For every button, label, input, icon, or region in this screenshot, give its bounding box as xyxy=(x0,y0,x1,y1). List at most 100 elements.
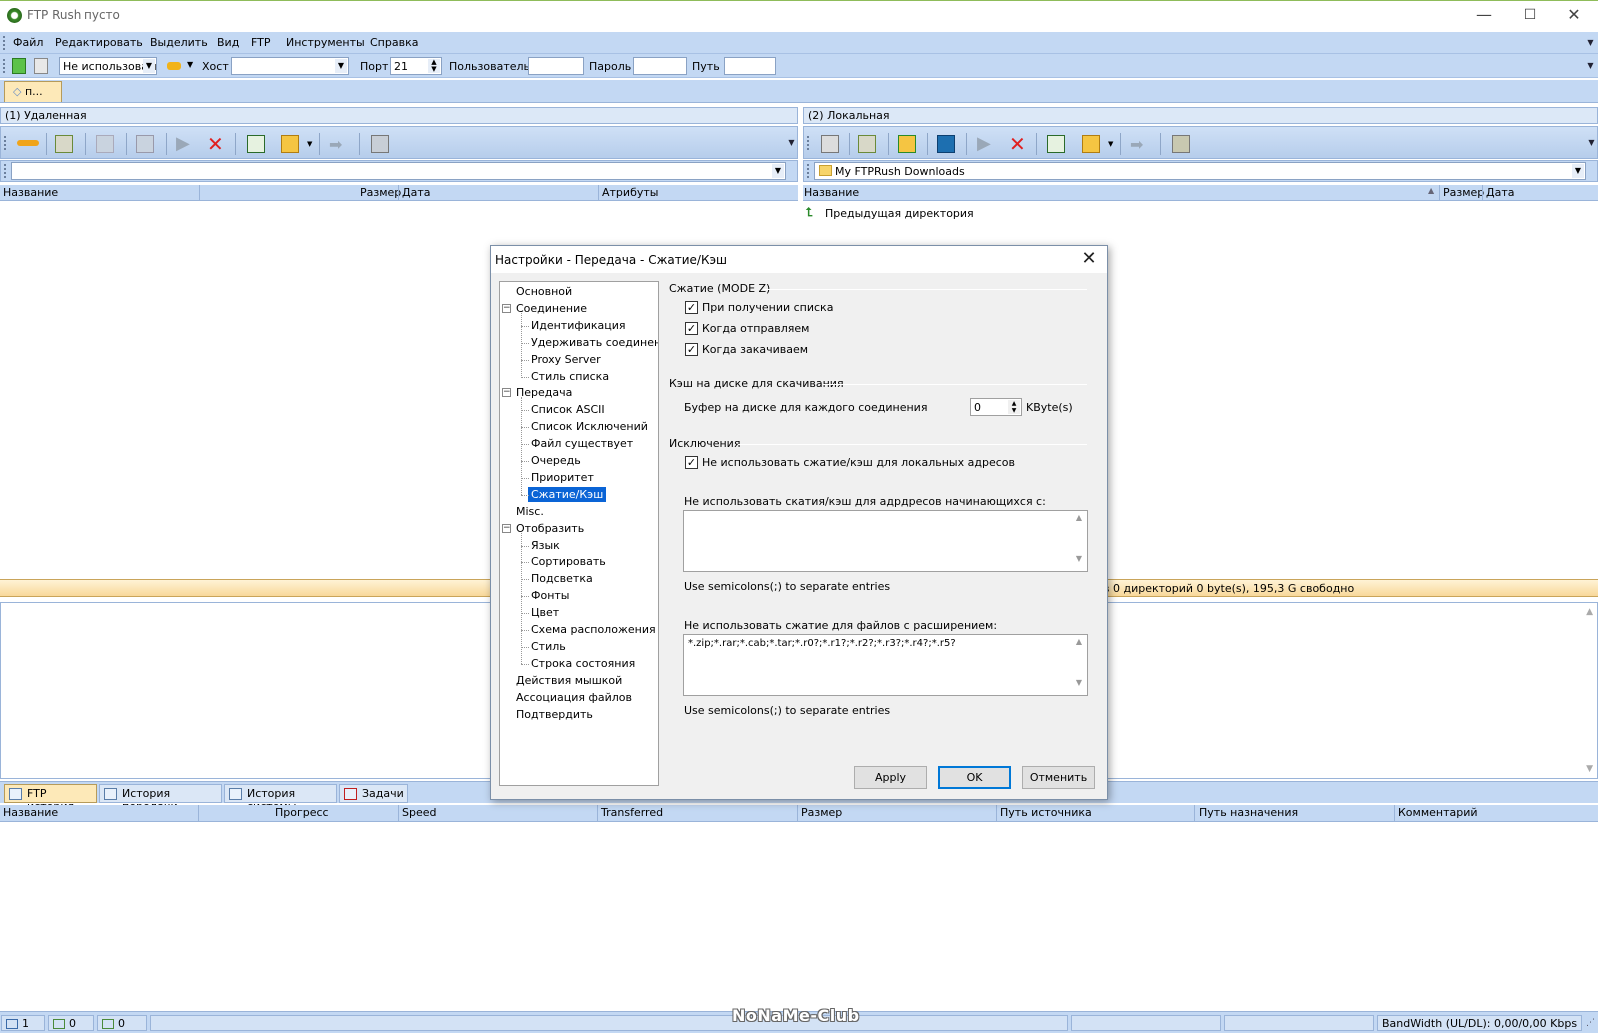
site-manager-icon[interactable] xyxy=(55,135,73,153)
col-name[interactable]: Название xyxy=(3,186,58,199)
tree-item[interactable]: Приоритет xyxy=(531,470,594,485)
col-divider[interactable] xyxy=(398,805,399,821)
col-divider[interactable] xyxy=(597,805,598,821)
col-date[interactable]: Дата xyxy=(402,186,430,199)
tree-item[interactable]: Стиль списка xyxy=(531,369,609,384)
tree-item[interactable]: Идентификация xyxy=(531,318,626,333)
folder-dropdown-icon[interactable]: ▼ xyxy=(1108,140,1113,148)
dialog-close-button[interactable]: ✕ xyxy=(1077,248,1101,270)
tree-item[interactable]: Ассоциация файлов xyxy=(516,690,632,705)
col-source-path[interactable]: Путь источника xyxy=(1000,806,1092,819)
menu-tools[interactable]: Инструменты xyxy=(286,36,365,49)
col-divider[interactable] xyxy=(996,805,997,821)
collapse-icon[interactable]: − xyxy=(502,303,511,313)
tree-item[interactable]: Список ASCII xyxy=(531,402,605,417)
proxy-select[interactable]: Не использовать ▼ xyxy=(59,57,157,75)
stop-icon[interactable]: ✕ xyxy=(1009,134,1027,154)
log-icon[interactable] xyxy=(1172,135,1190,153)
settings-tree[interactable]: Основной Соединение − Идентификация Удержива… xyxy=(499,281,659,786)
tree-item[interactable]: Язык xyxy=(531,538,560,553)
refresh-icon[interactable] xyxy=(247,135,265,153)
maximize-button[interactable]: ☐ xyxy=(1516,4,1544,26)
menu-overflow-icon[interactable]: ▼ xyxy=(1586,36,1595,50)
scrollbar[interactable]: ▲ ▼ xyxy=(1073,513,1085,569)
menu-view[interactable]: Вид xyxy=(217,36,239,49)
col-name[interactable]: Название xyxy=(804,186,859,199)
col-size[interactable]: Размер xyxy=(1443,186,1484,199)
close-window-button[interactable]: ✕ xyxy=(1560,4,1588,26)
ok-button[interactable]: OK xyxy=(938,766,1011,789)
user-input[interactable] xyxy=(528,57,584,75)
tree-item[interactable]: Передача xyxy=(516,385,572,400)
chk-compress-upload[interactable]: ✓ xyxy=(685,322,698,335)
col-divider[interactable] xyxy=(598,185,599,201)
col-attributes[interactable]: Атрибуты xyxy=(602,186,658,199)
col-comment[interactable]: Комментарий xyxy=(1398,806,1478,819)
tree-item[interactable]: Подсветка xyxy=(531,571,593,586)
tree-item[interactable]: Proxy Server xyxy=(531,352,601,367)
folder-check-icon[interactable] xyxy=(281,135,299,153)
connect-icon[interactable] xyxy=(17,140,39,146)
plug-icon[interactable] xyxy=(167,62,181,70)
tree-item[interactable]: Фонты xyxy=(531,588,569,603)
stepper-arrows-icon[interactable]: ▲ ▼ xyxy=(1008,400,1020,414)
drive-icon[interactable] xyxy=(821,135,839,153)
tree-item[interactable]: Соединение xyxy=(516,301,587,316)
cancel-button[interactable]: Отменить xyxy=(1022,766,1095,789)
col-progress[interactable]: Прогресс xyxy=(275,806,329,819)
tree-item[interactable]: Сортировать xyxy=(531,554,606,569)
toolbar-overflow-icon[interactable]: ▼ xyxy=(1586,59,1595,73)
col-divider[interactable] xyxy=(398,185,399,201)
chk-no-compress-local[interactable]: ✓ xyxy=(685,456,698,469)
toolbar-overflow-icon[interactable]: ▼ xyxy=(787,136,796,150)
terminal-icon[interactable] xyxy=(371,135,389,153)
tab-transfer-history[interactable]: История передачи xyxy=(99,784,222,813)
buffer-stepper[interactable]: 0 ▲ ▼ xyxy=(970,398,1022,416)
apply-button[interactable]: Apply xyxy=(854,766,927,789)
host-input[interactable]: ▼ xyxy=(231,57,349,75)
menu-edit[interactable]: Редактировать xyxy=(55,36,143,49)
tree-item[interactable]: Действия мышкой xyxy=(516,673,622,688)
chk-compress-list[interactable]: ✓ xyxy=(685,301,698,314)
collapse-icon[interactable]: − xyxy=(502,388,511,398)
tree-item[interactable]: Цвет xyxy=(531,605,559,620)
play-icon[interactable]: ▶ xyxy=(977,135,995,153)
col-divider[interactable] xyxy=(198,805,199,821)
tree-item[interactable]: Список Исключений xyxy=(531,419,648,434)
tree-item[interactable]: Основной xyxy=(516,284,572,299)
scrollbar[interactable]: ▲ ▼ xyxy=(1073,637,1085,693)
local-path-input[interactable]: My FTPRush Downloads ▼ xyxy=(814,162,1586,180)
toolbar-overflow-icon[interactable]: ▼ xyxy=(1587,136,1596,150)
tree-item[interactable]: Сжатие/Кэш xyxy=(528,486,607,502)
col-size[interactable]: Размер xyxy=(801,806,842,819)
play-icon[interactable]: ▶ xyxy=(176,135,194,153)
scroll-up-icon[interactable]: ▲ xyxy=(1586,607,1593,617)
refresh-icon[interactable] xyxy=(1047,135,1065,153)
col-speed[interactable]: Speed xyxy=(402,806,436,819)
addr-exclude-textarea[interactable]: ▲ ▼ xyxy=(683,510,1088,572)
tree-item[interactable]: Подтвердить xyxy=(516,707,593,722)
chk-compress-download[interactable]: ✓ xyxy=(685,343,698,356)
col-divider[interactable] xyxy=(1439,185,1440,201)
ext-exclude-textarea[interactable]: *.zip;*.rar;*.cab;*.tar;*.r0?;*.r1?;*.r2… xyxy=(683,634,1088,696)
tree-item[interactable]: Схема расположения xyxy=(531,622,656,637)
tab-ftp-history[interactable]: FTP история xyxy=(4,784,97,813)
col-date[interactable]: Дата xyxy=(1486,186,1514,199)
session-tab[interactable]: ◇ п... xyxy=(4,81,62,102)
col-divider[interactable] xyxy=(199,185,200,201)
folder-dropdown-icon[interactable]: ▼ xyxy=(307,140,312,148)
tree-item[interactable]: Стиль xyxy=(531,639,566,654)
transfer-icon[interactable]: ➡ xyxy=(329,135,347,154)
tree-item[interactable]: Misc. xyxy=(516,504,544,519)
stepper-arrows-icon[interactable]: ▲ ▼ xyxy=(428,59,440,73)
minimize-button[interactable]: — xyxy=(1470,4,1498,26)
menu-file[interactable]: Файл xyxy=(13,36,43,49)
col-size[interactable]: Размер xyxy=(360,186,401,199)
stop-icon[interactable]: ✕ xyxy=(207,134,225,154)
plug-dropdown-icon[interactable]: ▼ xyxy=(187,60,193,69)
bookmark-icon[interactable] xyxy=(136,135,154,153)
col-target-path[interactable]: Путь назначения xyxy=(1199,806,1298,819)
collapse-icon[interactable]: − xyxy=(502,523,511,533)
bookmark-icon[interactable] xyxy=(937,135,955,153)
tree-item[interactable]: Удерживать соединение xyxy=(531,335,658,350)
